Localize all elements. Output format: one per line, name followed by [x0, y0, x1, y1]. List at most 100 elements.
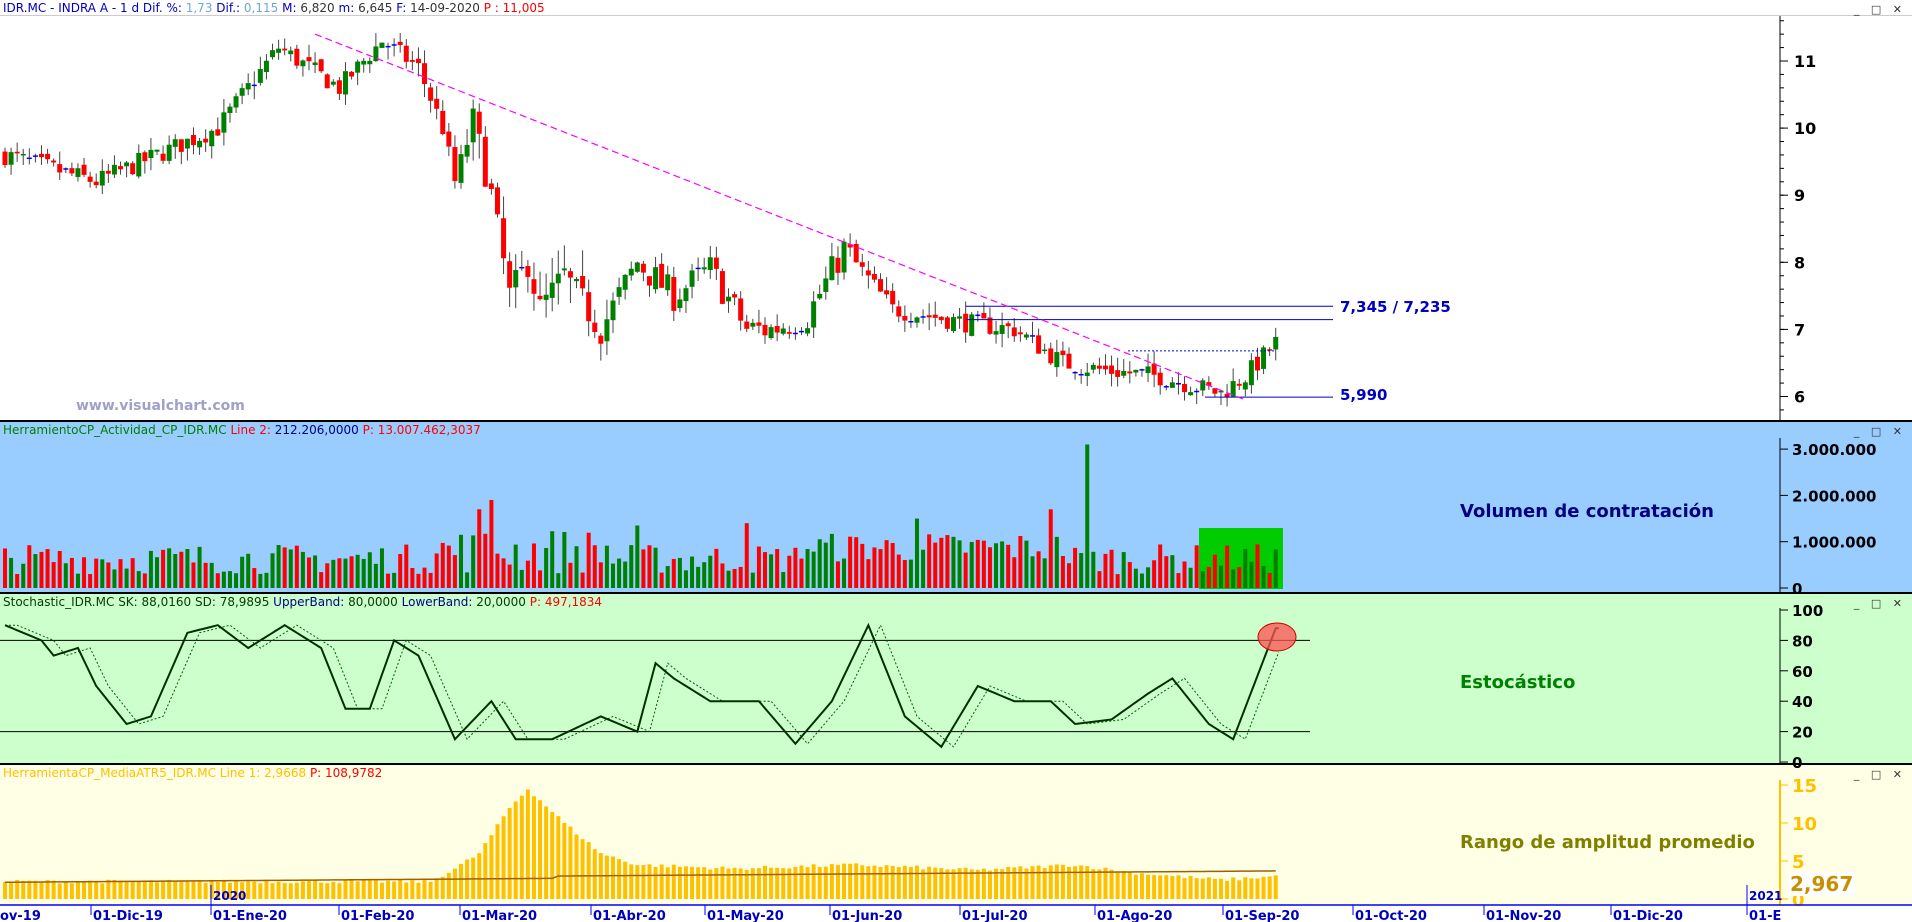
candle-body: [786, 332, 792, 334]
watermark: www.visualchart.com: [76, 398, 245, 414]
volume-bar: [33, 554, 38, 588]
atr-bar: [617, 859, 622, 899]
volume-bar: [361, 558, 366, 588]
candle-body: [1084, 372, 1090, 377]
atr-bar: [319, 882, 324, 899]
atr-bar: [1231, 877, 1236, 899]
candle-body: [124, 162, 130, 167]
candle-body: [251, 84, 257, 87]
atr-bar: [1030, 866, 1035, 899]
atr-bar: [489, 835, 494, 899]
volume-bar: [69, 557, 74, 588]
volume-bar: [702, 562, 707, 588]
atr-bar: [902, 865, 907, 899]
candle-body: [598, 335, 604, 344]
candle-body: [130, 163, 136, 175]
volume-bar: [1158, 544, 1163, 588]
volume-bar: [112, 569, 117, 588]
candle-body: [1157, 372, 1163, 386]
volume-bar: [842, 558, 847, 588]
atr-bar: [63, 881, 68, 899]
volume-bar: [75, 573, 80, 588]
volume-bar: [1018, 535, 1023, 588]
atr-bar: [1085, 866, 1090, 899]
atr-bar: [161, 880, 166, 899]
atr-bar: [88, 880, 93, 899]
candle-body: [118, 166, 124, 170]
atr-bar: [775, 867, 780, 899]
candle-body: [513, 270, 519, 288]
atr-bar: [112, 879, 117, 899]
candle-body: [957, 316, 963, 319]
atr-bar: [696, 867, 701, 899]
atr-bar: [1206, 877, 1211, 899]
candle-body: [543, 294, 549, 300]
candle-body: [792, 332, 798, 335]
volume-bar: [1115, 574, 1120, 588]
candle-body: [610, 300, 616, 321]
atr-bar: [197, 880, 202, 899]
candle-body: [270, 50, 276, 58]
atr-bar: [252, 881, 257, 899]
volume-bar: [325, 563, 330, 588]
candle-body: [798, 330, 804, 333]
candle-body: [525, 266, 531, 277]
volume-bar: [465, 572, 470, 588]
atr-bar: [1158, 875, 1163, 899]
atr-bar: [1073, 866, 1078, 899]
atr-bar: [1054, 864, 1059, 899]
atr-bar: [343, 880, 348, 899]
atr-bar: [1225, 880, 1230, 899]
candle-body: [1273, 336, 1279, 350]
atr-bar: [1060, 864, 1065, 899]
candle-body: [1169, 382, 1175, 388]
candle-body: [537, 295, 543, 300]
volume-bar: [501, 558, 506, 588]
volume-bar: [714, 548, 719, 588]
atr-bar: [173, 880, 178, 899]
stoch-tick-label: 80: [1792, 632, 1813, 650]
candle-body: [26, 157, 32, 160]
atr-bar: [300, 881, 305, 899]
volume-bar: [659, 572, 664, 588]
candle-body: [494, 187, 500, 215]
volume-bar: [769, 554, 774, 588]
atr-bar: [665, 867, 670, 899]
volume-bar: [1103, 553, 1108, 588]
volume-bar: [1176, 573, 1181, 588]
atr-bar: [203, 883, 208, 899]
date-label: 01-Dic-19: [93, 909, 163, 922]
volume-bar: [738, 566, 743, 588]
volume-bar: [21, 563, 26, 588]
candle-body: [336, 80, 342, 94]
volume-bar: [118, 559, 123, 588]
atr-bar: [659, 864, 664, 899]
volume-bar: [1219, 565, 1223, 588]
atr-bar: [45, 880, 50, 899]
volume-bar: [349, 556, 354, 588]
volume-bar: [1182, 561, 1187, 588]
atr-bar: [635, 865, 640, 899]
candle-body: [604, 319, 610, 342]
date-label: 01-Oct-20: [1355, 909, 1427, 922]
atr-bar: [629, 864, 634, 899]
candle-body: [99, 170, 105, 186]
atr-bar: [288, 883, 293, 899]
volume-bar: [781, 572, 786, 588]
volume-bar: [319, 572, 324, 588]
candle-body: [628, 268, 634, 276]
atr-bar: [702, 867, 707, 899]
candle-body: [422, 63, 428, 85]
candle-body: [330, 81, 336, 85]
candle-body: [63, 168, 69, 170]
atr-bar: [908, 866, 913, 899]
atr-bar: [270, 883, 275, 899]
volume-bar: [88, 574, 93, 588]
volume-bar: [100, 559, 105, 588]
volume-bar: [313, 555, 318, 588]
volume-bar: [1000, 541, 1005, 588]
candle-body: [774, 326, 780, 333]
volume-bar: [416, 573, 421, 588]
atr-bar: [434, 878, 439, 899]
volume-bar: [1170, 555, 1175, 588]
